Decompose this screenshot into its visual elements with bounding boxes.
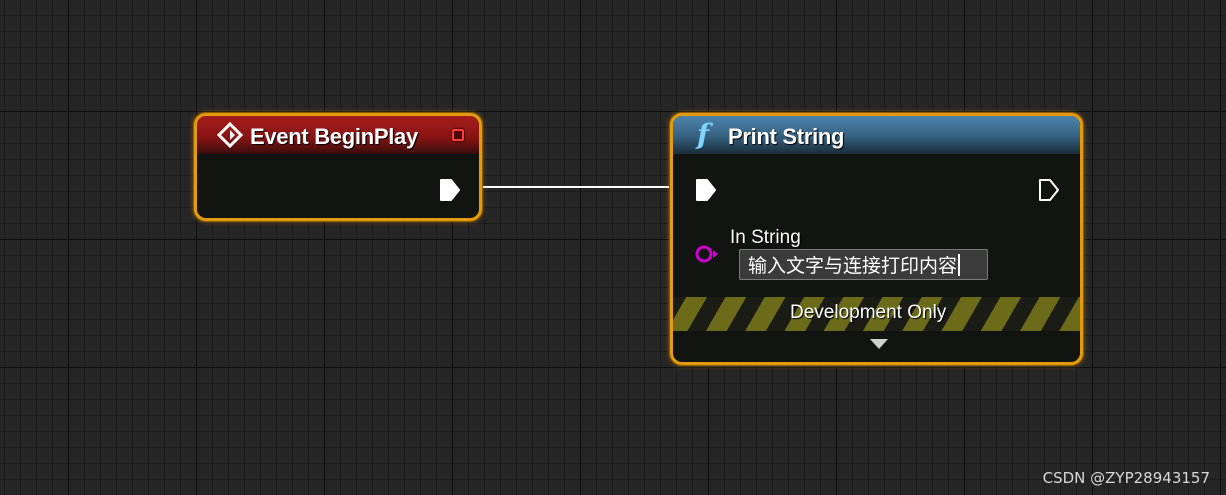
delegate-pin[interactable] [452,129,464,141]
development-only-label: Development Only [790,302,947,323]
in-string-input[interactable]: 输入文字与连接打印内容 [739,249,988,280]
node-header: f Print String [673,116,1080,154]
exec-in-pin[interactable] [695,178,717,202]
event-begin-play-node[interactable]: Event BeginPlay [194,113,482,221]
function-f-icon: f [697,118,710,151]
exec-out-pin[interactable] [1038,178,1060,202]
string-pin[interactable] [694,243,720,265]
in-string-value: 输入文字与连接打印内容 [748,255,958,277]
print-string-node[interactable]: f Print String In String 输入文字与连接打印内容 Dev… [670,113,1083,365]
node-header: Event BeginPlay [197,116,479,154]
watermark: CSDN @ZYP28943157 [1042,469,1210,487]
node-title: Event BeginPlay [250,124,418,149]
text-caret [958,253,961,276]
triangle-down-icon[interactable] [868,337,890,351]
in-string-label: In String [730,227,801,248]
event-diamond-icon [217,122,243,148]
node-title: Print String [728,124,845,149]
exec-out-pin[interactable] [439,178,461,202]
